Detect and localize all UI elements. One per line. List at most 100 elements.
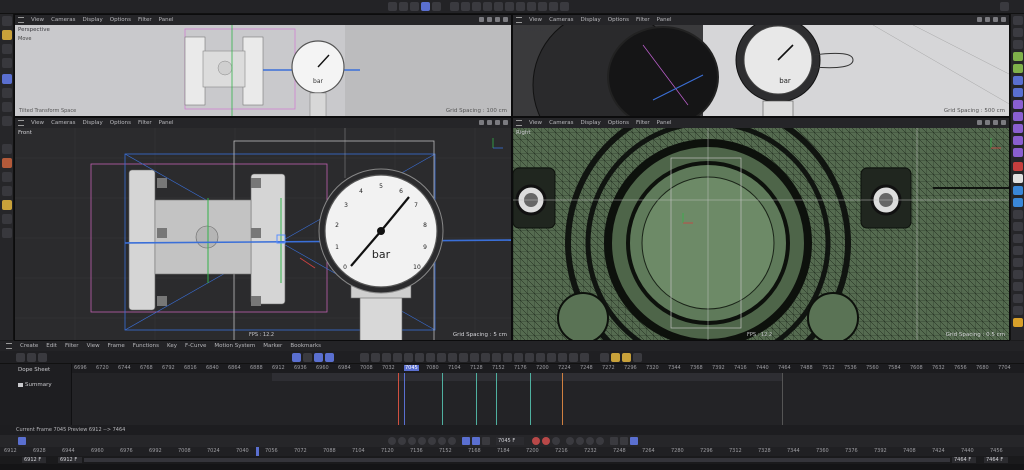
viewport-camera-label[interactable]: Right [516, 130, 530, 136]
keyframe-marker[interactable] [530, 373, 531, 425]
rotate-view-icon[interactable] [495, 120, 500, 125]
menu-view[interactable]: View [529, 17, 542, 23]
menu-display[interactable]: Display [581, 17, 601, 23]
key-tool-icon[interactable] [558, 353, 567, 362]
playhead[interactable] [404, 373, 405, 425]
timeline-tool-icon[interactable] [303, 353, 312, 362]
menu-cameras[interactable]: Cameras [549, 17, 573, 23]
menu-view[interactable]: View [87, 343, 100, 349]
preview-start-field[interactable]: 6912 F [58, 457, 82, 463]
key-tool-icon[interactable] [459, 353, 468, 362]
rotate-view-icon[interactable] [993, 120, 998, 125]
rotation-key-icon[interactable] [586, 437, 594, 445]
key-tool-icon[interactable] [360, 353, 369, 362]
viewport-top-right[interactable]: View Cameras Display Options Filter Pane… [512, 14, 1010, 117]
parameter-key-icon[interactable] [596, 437, 604, 445]
pen-icon[interactable] [2, 186, 12, 196]
viewport-right[interactable]: View Cameras Display Options Filter Pane… [512, 117, 1010, 341]
light-icon[interactable] [1013, 136, 1023, 145]
previous-frame-icon[interactable] [408, 437, 416, 445]
key-tool-icon[interactable] [404, 353, 413, 362]
render-icon[interactable] [1013, 198, 1023, 207]
timeline-ruler[interactable]: 6696 6720 6744 6768 6792 6816 6840 6864 … [72, 364, 1024, 373]
menu-options[interactable]: Options [110, 120, 131, 126]
start-frame-field[interactable]: 6912 F [22, 457, 46, 463]
field-icon[interactable] [1013, 88, 1023, 97]
menu-view[interactable]: View [31, 17, 44, 23]
point-icon[interactable] [1013, 318, 1023, 327]
key-tool-icon[interactable] [393, 353, 402, 362]
toolbar-button[interactable] [527, 2, 536, 11]
range-slider[interactable] [84, 458, 950, 462]
key-tool-icon[interactable] [371, 353, 380, 362]
scale-key-icon[interactable] [576, 437, 584, 445]
dope-sheet-track[interactable] [72, 373, 1024, 425]
dope-sheet-icon[interactable] [16, 353, 25, 362]
key-tool-icon[interactable] [492, 353, 501, 362]
timeline-tool-icon[interactable] [314, 353, 323, 362]
move-tool-icon[interactable] [2, 74, 12, 84]
loop-icon[interactable] [462, 437, 470, 445]
scale-tool-icon[interactable] [2, 102, 12, 112]
key-tool-icon[interactable] [481, 353, 490, 362]
toolbar-button[interactable] [560, 2, 569, 11]
keyframe-marker[interactable] [476, 373, 477, 425]
powerslider-playhead[interactable] [256, 447, 259, 456]
menu-display[interactable]: Display [83, 17, 103, 23]
viewport-camera-label[interactable]: Perspective [516, 27, 548, 33]
motion-icon[interactable] [38, 353, 47, 362]
zoom-view-icon[interactable] [487, 17, 492, 22]
maximize-icon[interactable] [503, 120, 508, 125]
toolbar-button[interactable] [538, 2, 547, 11]
keyframe-marker[interactable] [562, 373, 563, 425]
toolbar-button[interactable] [505, 2, 514, 11]
maximize-icon[interactable] [1001, 17, 1006, 22]
sky-icon[interactable] [1013, 222, 1023, 231]
move-view-icon[interactable] [479, 17, 484, 22]
menu-filter[interactable]: Filter [138, 120, 152, 126]
go-to-start-icon[interactable] [388, 437, 396, 445]
menu-options[interactable]: Options [608, 120, 629, 126]
viewport-camera-label[interactable]: Front [18, 130, 32, 136]
menu-panel[interactable]: Panel [657, 17, 672, 23]
previous-key-icon[interactable] [398, 437, 406, 445]
timeline-tool-icon[interactable] [325, 353, 334, 362]
autokey-icon[interactable] [542, 437, 550, 445]
key-tool-icon[interactable] [470, 353, 479, 362]
paint-icon[interactable] [2, 158, 12, 168]
menu-create[interactable]: Create [20, 343, 38, 349]
toolbar-button[interactable] [516, 2, 525, 11]
frame-field[interactable]: 7045 F [496, 437, 524, 445]
menu-panel[interactable]: Panel [657, 120, 672, 126]
menu-icon[interactable] [6, 343, 12, 349]
knife-icon[interactable] [2, 144, 12, 154]
current-frame-marker[interactable]: 7045 [404, 365, 419, 371]
menu-panel[interactable]: Panel [159, 120, 174, 126]
key-tool-icon[interactable] [437, 353, 446, 362]
key-tool-icon[interactable] [569, 353, 578, 362]
key-tool-icon[interactable] [633, 353, 642, 362]
menu-functions[interactable]: Functions [133, 343, 159, 349]
menu-cameras[interactable]: Cameras [51, 17, 75, 23]
magnet-icon[interactable] [2, 228, 12, 238]
camera-icon[interactable] [1013, 124, 1023, 133]
null-icon[interactable] [1013, 282, 1023, 291]
toolbar-button[interactable] [399, 2, 408, 11]
menu-marker[interactable]: Marker [263, 343, 282, 349]
brush-icon[interactable] [2, 58, 12, 68]
rotate-view-icon[interactable] [495, 17, 500, 22]
record-icon[interactable] [532, 437, 540, 445]
toolbar-button[interactable] [450, 2, 459, 11]
next-frame-icon[interactable] [428, 437, 436, 445]
zoom-view-icon[interactable] [985, 120, 990, 125]
key-tool-icon[interactable] [382, 353, 391, 362]
timeline-view-icon[interactable] [630, 437, 638, 445]
sculpt-icon[interactable] [2, 172, 12, 182]
scene-icon[interactable] [1013, 148, 1023, 157]
menu-view[interactable]: View [31, 120, 44, 126]
material-icon[interactable] [1013, 174, 1023, 183]
move-view-icon[interactable] [977, 17, 982, 22]
viewport-camera-label[interactable]: Perspective [18, 27, 50, 33]
move-view-icon[interactable] [977, 120, 982, 125]
selection-tool-icon[interactable] [2, 30, 12, 40]
